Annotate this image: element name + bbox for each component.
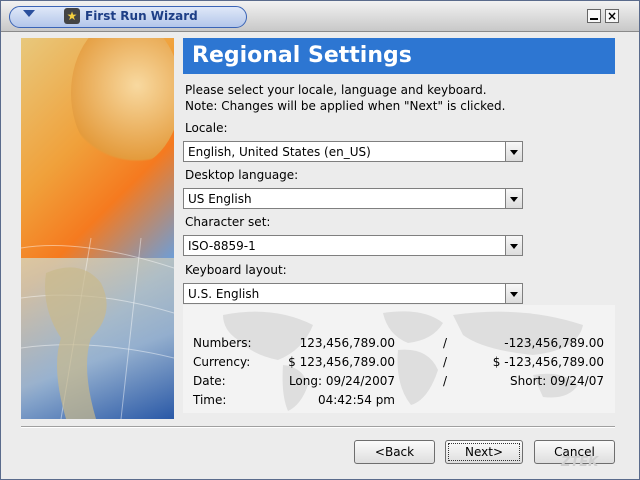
currency-negative: $ -123,456,789.00	[492, 355, 604, 369]
desktop-language-value: US English	[188, 192, 252, 206]
dropdown-arrow-icon[interactable]	[505, 189, 522, 208]
wizard-app-icon: ★	[64, 8, 80, 24]
format-preview-panel: Numbers: 123,456,789.00 / -123,456,789.0…	[183, 305, 615, 413]
locale-label: Locale:	[185, 121, 228, 135]
currency-label: Currency:	[193, 355, 251, 369]
close-button[interactable]: ×	[605, 9, 619, 23]
window-menu-icon[interactable]	[23, 10, 35, 17]
button-separator	[21, 426, 615, 428]
wizard-window: ★ First Run Wizard × Regional Settings P…	[0, 0, 640, 480]
time-value: 04:42:54 pm	[317, 393, 395, 407]
watermark-logo: ZTEK	[561, 455, 599, 470]
time-label: Time:	[193, 393, 227, 407]
numbers-positive: 123,456,789.00	[299, 336, 395, 350]
character-set-label: Character set:	[185, 215, 271, 229]
currency-separator: /	[443, 355, 448, 369]
intro-line-2: Note: Changes will be applied when "Next…	[185, 99, 506, 113]
dropdown-arrow-icon[interactable]	[505, 142, 522, 161]
wizard-side-image	[21, 38, 174, 419]
numbers-separator: /	[443, 336, 448, 350]
page-title: Regional Settings	[192, 43, 412, 68]
character-set-select[interactable]: ISO-8859-1	[183, 235, 523, 256]
currency-positive: $ 123,456,789.00	[288, 355, 395, 369]
desktop-language-select[interactable]: US English	[183, 188, 523, 209]
locale-select[interactable]: English, United States (en_US)	[183, 141, 523, 162]
back-button[interactable]: <Back	[354, 440, 435, 464]
desktop-language-label: Desktop language:	[185, 168, 299, 182]
locale-value: English, United States (en_US)	[188, 145, 371, 159]
date-separator: /	[443, 374, 448, 388]
numbers-negative: -123,456,789.00	[504, 336, 604, 350]
date-long: Long: 09/24/2007	[288, 374, 395, 388]
next-button[interactable]: Next>	[445, 440, 523, 464]
character-set-value: ISO-8859-1	[188, 239, 256, 253]
date-label: Date:	[193, 374, 226, 388]
page-header: Regional Settings	[183, 38, 615, 74]
intro-line-1: Please select your locale, language and …	[185, 83, 487, 97]
minimize-button[interactable]	[587, 9, 601, 23]
numbers-label: Numbers:	[193, 336, 252, 350]
title-bar[interactable]: ★ First Run Wizard ×	[1, 1, 639, 32]
dropdown-arrow-icon[interactable]	[505, 236, 522, 255]
date-short: Short: 09/24/07	[510, 374, 604, 388]
keyboard-layout-value: U.S. English	[188, 287, 260, 301]
dropdown-arrow-icon[interactable]	[505, 284, 522, 303]
keyboard-layout-select[interactable]: U.S. English	[183, 283, 523, 304]
window-title: First Run Wizard	[85, 9, 198, 23]
keyboard-layout-label: Keyboard layout:	[185, 263, 287, 277]
